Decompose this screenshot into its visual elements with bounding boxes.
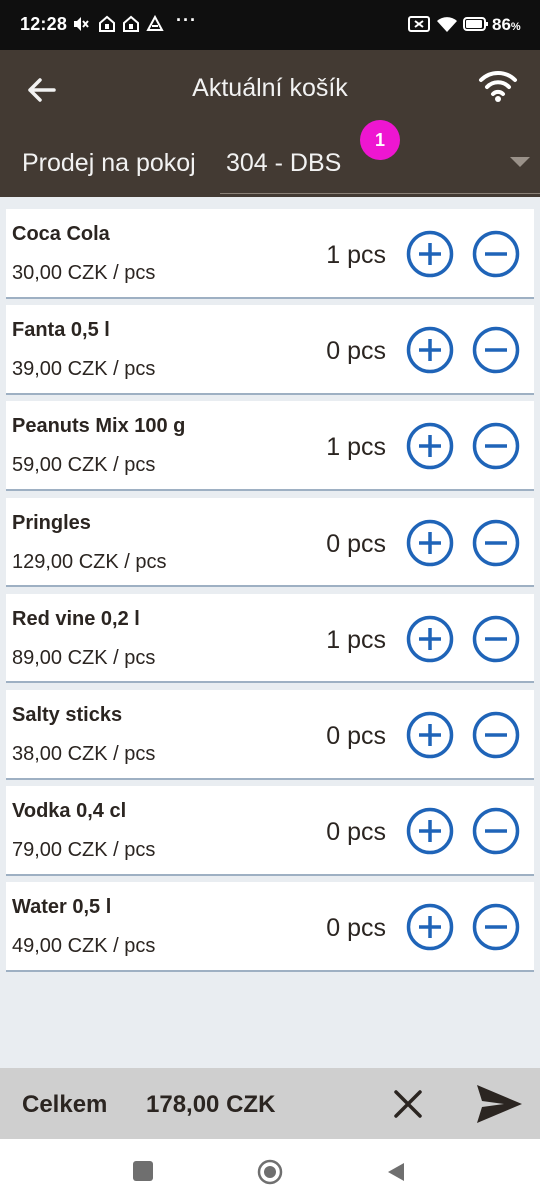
status-time: 12:28 — [20, 14, 68, 34]
item-name: Fanta 0,5 l — [12, 319, 110, 342]
item-quantity: 0 pcs — [326, 529, 386, 558]
app-bar: Aktuální košík Prodej na pokoj 304 - DBS… — [0, 50, 540, 197]
decrease-quantity-button[interactable] — [472, 807, 520, 855]
item-price: 49,00 CZK / pcs — [12, 935, 156, 958]
system-nav-bar — [0, 1139, 540, 1204]
item-price: 30,00 CZK / pcs — [12, 262, 156, 284]
increase-quantity-button[interactable] — [406, 903, 454, 951]
increase-quantity-button[interactable] — [406, 422, 454, 470]
item-name: Peanuts Mix 100 g — [12, 415, 186, 438]
item-name: Salty sticks — [12, 703, 123, 726]
cart-item: Coca Cola 30,00 CZK / pcs 1 pcs — [6, 209, 534, 299]
item-price: 89,00 CZK / pcs — [12, 646, 156, 669]
item-quantity: 1 pcs — [326, 433, 386, 462]
decrease-quantity-button[interactable] — [472, 230, 520, 278]
item-quantity: 0 pcs — [326, 337, 386, 366]
item-quantity: 1 pcs — [326, 625, 386, 654]
item-name: Water 0,5 l — [12, 896, 112, 919]
decrease-quantity-button[interactable] — [472, 326, 520, 374]
sale-to-room-label: Prodej na pokoj — [22, 149, 196, 177]
decrease-quantity-button[interactable] — [472, 422, 520, 470]
item-quantity: 0 pcs — [326, 914, 386, 943]
decrease-quantity-button[interactable] — [472, 615, 520, 663]
item-price: 38,00 CZK / pcs — [12, 742, 156, 765]
room-select-value: 304 - DBS — [226, 149, 342, 177]
increase-quantity-button[interactable] — [406, 230, 454, 278]
cart-item: Salty sticks 38,00 CZK / pcs 0 pcs — [6, 689, 534, 780]
increase-quantity-button[interactable] — [406, 326, 454, 374]
item-name: Red vine 0,2 l — [12, 607, 140, 630]
home-app-icon-2 — [123, 15, 139, 32]
send-icon[interactable] — [474, 1082, 524, 1126]
dropdown-arrow-icon — [510, 157, 530, 167]
home-icon[interactable] — [257, 1159, 283, 1185]
mute-icon — [74, 17, 89, 31]
battery-icon — [463, 17, 488, 31]
cart-item: Fanta 0,5 l 39,00 CZK / pcs 0 pcs — [6, 305, 534, 395]
total-value: 178,00 CZK — [146, 1091, 276, 1118]
cart-item: Water 0,5 l 49,00 CZK / pcs 0 pcs — [6, 882, 534, 972]
cart-item: Peanuts Mix 100 g 59,00 CZK / pcs 1 pcs — [6, 401, 534, 492]
wifi-icon[interactable] — [478, 68, 518, 104]
page-title: Aktuální košík — [192, 74, 348, 102]
wifi-status-icon — [437, 17, 457, 32]
increase-quantity-button[interactable] — [406, 807, 454, 855]
item-quantity: 1 pcs — [326, 241, 386, 269]
item-price: 129,00 CZK / pcs — [12, 550, 167, 573]
decrease-quantity-button[interactable] — [472, 711, 520, 759]
item-price: 79,00 CZK / pcs — [12, 839, 156, 862]
item-name: Vodka 0,4 cl — [12, 800, 127, 823]
cart-count-badge: 1 — [360, 120, 400, 160]
decrease-quantity-button[interactable] — [472, 519, 520, 567]
cart-item: Red vine 0,2 l 89,00 CZK / pcs 1 pcs — [6, 593, 534, 684]
recent-apps-icon[interactable] — [133, 1161, 153, 1181]
battery-percentage: 86% — [492, 15, 521, 34]
drive-icon — [146, 15, 164, 31]
increase-quantity-button[interactable] — [406, 711, 454, 759]
item-quantity: 0 pcs — [326, 721, 386, 750]
status-bar: 12:28 ··· 86% — [0, 0, 540, 50]
no-sim-icon — [408, 16, 430, 32]
home-app-icon — [99, 15, 115, 32]
item-name: Pringles — [12, 511, 91, 534]
decrease-quantity-button[interactable] — [472, 903, 520, 951]
item-quantity: 0 pcs — [326, 818, 386, 847]
item-name: Coca Cola — [12, 223, 110, 245]
cart-item: Pringles 129,00 CZK / pcs 0 pcs — [6, 497, 534, 588]
cart-footer: Celkem 178,00 CZK — [0, 1068, 540, 1139]
clear-cart-icon[interactable] — [388, 1084, 428, 1124]
item-price: 39,00 CZK / pcs — [12, 358, 156, 381]
increase-quantity-button[interactable] — [406, 615, 454, 663]
item-price: 59,00 CZK / pcs — [12, 454, 156, 477]
cart-list: Coca Cola 30,00 CZK / pcs 1 pcs Fanta 0,… — [6, 209, 534, 979]
total-label: Celkem — [22, 1091, 108, 1118]
increase-quantity-button[interactable] — [406, 519, 454, 567]
nav-back-icon[interactable] — [386, 1161, 406, 1183]
more-notifications: ··· — [176, 10, 197, 30]
cart-item: Vodka 0,4 cl 79,00 CZK / pcs 0 pcs — [6, 786, 534, 876]
